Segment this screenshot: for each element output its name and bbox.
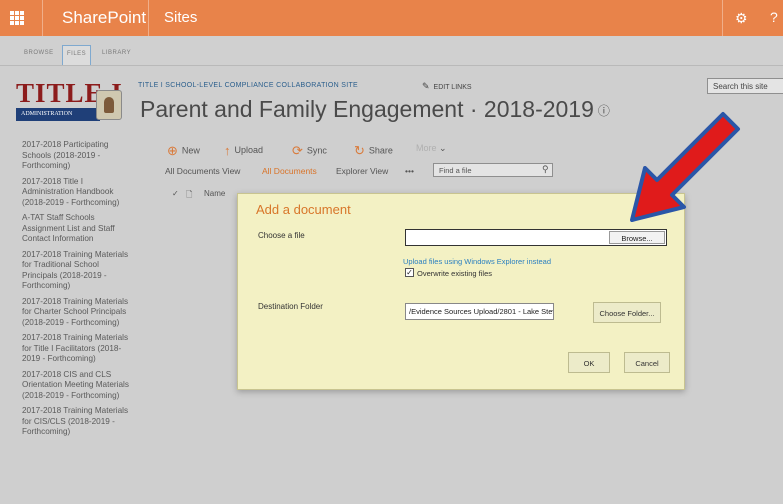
nav-item-participating-schools[interactable]: 2017-2018 Participating Schools (2018-20… — [22, 140, 134, 172]
nav-item-facilitators[interactable]: 2017-2018 Training Materials for Title I… — [22, 333, 134, 365]
document-type-icon: 🗋 — [186, 190, 193, 199]
site-name-link[interactable]: TITLE I SCHOOL-LEVEL COMPLIANCE COLLABOR… — [138, 82, 358, 89]
nav-item-cis-cls-training[interactable]: 2017-2018 Training Materials for CIS/CLS… — [22, 406, 134, 438]
overwrite-checkbox[interactable]: ✓ — [405, 268, 414, 277]
share-button[interactable]: ↻ Share — [354, 143, 393, 159]
ribbon-tabs: BROWSE FILES LIBRARY — [0, 36, 783, 66]
upload-button[interactable]: ↑ Upload — [224, 143, 263, 158]
new-label: New — [181, 145, 200, 156]
overwrite-label: Overwrite existing files — [417, 269, 493, 278]
sync-label: Sync — [306, 145, 327, 156]
destination-folder-field[interactable]: /Evidence Sources Upload/2801 - Lake Ste… — [405, 303, 554, 320]
file-path-input[interactable]: Browse... — [405, 229, 667, 246]
ok-button[interactable]: OK — [568, 352, 610, 373]
more-label: More — [416, 143, 437, 153]
divider — [148, 0, 149, 36]
pencil-icon: ✎ — [422, 81, 430, 91]
upload-windows-explorer-link[interactable]: Upload files using Windows Explorer inst… — [403, 257, 551, 266]
site-logo[interactable]: TITLE I ADMINISTRATION — [16, 78, 124, 124]
edit-links-label: EDIT LINKS — [433, 84, 472, 91]
logo-emblem-icon — [96, 90, 122, 120]
cancel-button[interactable]: Cancel — [624, 352, 670, 373]
browse-button[interactable]: Browse... — [609, 231, 665, 244]
column-header-name[interactable]: Name — [204, 189, 225, 198]
sharepoint-brand[interactable]: SharePoint — [62, 8, 146, 28]
view-all-documents-view[interactable]: All Documents View — [165, 166, 240, 176]
select-all-checkmark-icon[interactable]: ✓ — [172, 189, 179, 198]
tab-library[interactable]: LIBRARY — [102, 50, 131, 56]
choose-folder-button[interactable]: Choose Folder... — [593, 302, 661, 323]
gear-icon[interactable]: ⚙ — [735, 10, 748, 27]
divider — [42, 0, 43, 36]
info-icon[interactable]: ⓘ — [598, 104, 610, 118]
dialog-title: Add a document — [256, 202, 351, 217]
nav-item-traditional-principals[interactable]: 2017-2018 Training Materials for Traditi… — [22, 250, 134, 292]
nav-item-staff-assignment[interactable]: A-TAT Staff Schools Assignment List and … — [22, 213, 134, 245]
sync-button[interactable]: ⟳ Sync — [292, 143, 327, 159]
upload-arrow-icon: ↑ — [224, 143, 231, 158]
help-icon[interactable]: ? — [770, 9, 778, 25]
nav-item-orientation-materials[interactable]: 2017-2018 CIS and CLS Orientation Meetin… — [22, 370, 134, 402]
view-all-documents[interactable]: All Documents — [262, 166, 317, 176]
nav-item-charter-principals[interactable]: 2017-2018 Training Materials for Charter… — [22, 297, 134, 329]
divider — [722, 0, 723, 36]
tab-files[interactable]: FILES — [62, 45, 92, 65]
sync-icon: ⟳ — [292, 143, 303, 158]
plus-circle-icon: ⊕ — [167, 143, 178, 158]
choose-file-label: Choose a file — [258, 231, 305, 240]
share-icon: ↻ — [354, 143, 365, 158]
site-search-input[interactable]: Search this site — [707, 78, 783, 94]
find-file-placeholder: Find a file — [439, 166, 472, 175]
logo-band: ADMINISTRATION — [16, 108, 100, 121]
edit-links-button[interactable]: ✎ EDIT LINKS — [422, 81, 472, 92]
red-arrow-annotation — [630, 112, 740, 222]
left-navigation: 2017-2018 Participating Schools (2018-20… — [22, 140, 134, 443]
nav-item-administration-handbook[interactable]: 2017-2018 Title I Administration Handboo… — [22, 177, 134, 209]
new-button[interactable]: ⊕ New — [167, 143, 200, 159]
arrow-shape — [630, 112, 740, 222]
find-file-input[interactable]: Find a file ⚲ — [433, 163, 553, 177]
search-icon[interactable]: ⚲ — [542, 164, 549, 175]
destination-folder-label: Destination Folder — [258, 302, 323, 311]
upload-label: Upload — [234, 144, 264, 155]
page-title: Parent and Family Engagement · 2018-2019… — [140, 96, 610, 123]
suite-bar: SharePoint Sites ⚙ ? — [0, 0, 783, 36]
views-more-ellipsis[interactable]: ••• — [405, 166, 414, 176]
view-explorer[interactable]: Explorer View — [336, 166, 388, 176]
tab-browse[interactable]: BROWSE — [24, 50, 54, 56]
sites-link[interactable]: Sites — [164, 9, 197, 26]
chevron-down-icon: ⌄ — [439, 143, 447, 153]
more-button[interactable]: More ⌄ — [416, 143, 447, 154]
page-title-text: Parent and Family Engagement · 2018-2019 — [140, 96, 594, 122]
app-launcher-icon[interactable] — [10, 11, 24, 25]
share-label: Share — [368, 145, 393, 156]
